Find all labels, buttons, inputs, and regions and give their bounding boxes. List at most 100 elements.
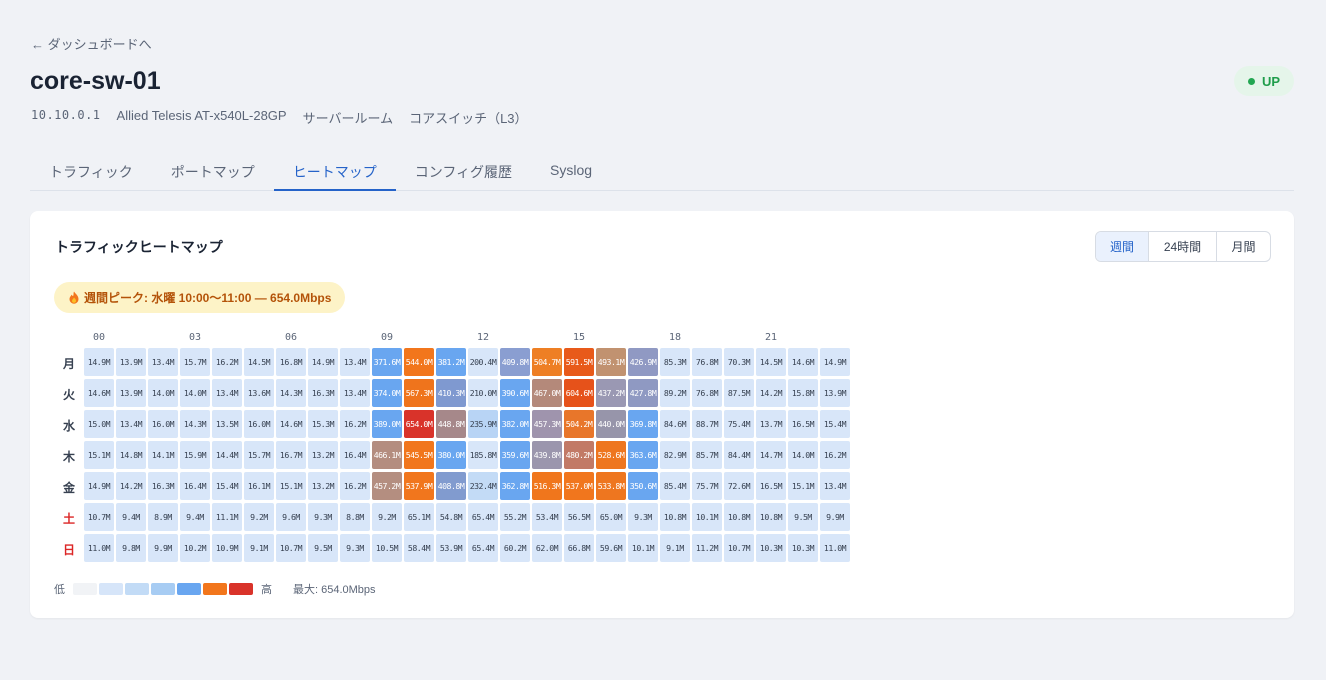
heatmap-cell[interactable]: 9.2M [372, 503, 402, 531]
heatmap-cell[interactable]: 654.0M [404, 410, 434, 438]
heatmap-cell[interactable]: 9.5M [788, 503, 818, 531]
heatmap-cell[interactable]: 13.9M [116, 348, 146, 376]
heatmap-cell[interactable]: 54.8M [436, 503, 466, 531]
heatmap-cell[interactable]: 439.8M [532, 441, 562, 469]
heatmap-cell[interactable]: 440.0M [596, 410, 626, 438]
heatmap-cell[interactable]: 15.1M [84, 441, 114, 469]
heatmap-cell[interactable]: 82.9M [660, 441, 690, 469]
heatmap-cell[interactable]: 16.2M [340, 472, 370, 500]
heatmap-cell[interactable]: 10.2M [180, 534, 210, 562]
heatmap-cell[interactable]: 14.6M [84, 379, 114, 407]
heatmap-cell[interactable]: 15.1M [788, 472, 818, 500]
heatmap-cell[interactable]: 448.8M [436, 410, 466, 438]
heatmap-cell[interactable]: 363.6M [628, 441, 658, 469]
heatmap-cell[interactable]: 390.6M [500, 379, 530, 407]
heatmap-cell[interactable]: 10.8M [756, 503, 786, 531]
heatmap-cell[interactable]: 16.4M [180, 472, 210, 500]
heatmap-cell[interactable]: 76.8M [692, 379, 722, 407]
heatmap-cell[interactable]: 14.2M [756, 379, 786, 407]
heatmap-cell[interactable]: 9.5M [308, 534, 338, 562]
heatmap-cell[interactable]: 14.9M [820, 348, 850, 376]
heatmap-cell[interactable]: 65.4M [468, 534, 498, 562]
heatmap-cell[interactable]: 59.6M [596, 534, 626, 562]
heatmap-cell[interactable]: 504.7M [532, 348, 562, 376]
heatmap-cell[interactable]: 16.5M [788, 410, 818, 438]
heatmap-cell[interactable]: 13.2M [308, 472, 338, 500]
heatmap-cell[interactable]: 13.4M [820, 472, 850, 500]
heatmap-cell[interactable]: 457.3M [532, 410, 562, 438]
heatmap-cell[interactable]: 9.4M [116, 503, 146, 531]
heatmap-cell[interactable]: 9.9M [148, 534, 178, 562]
heatmap-cell[interactable]: 427.8M [628, 379, 658, 407]
heatmap-cell[interactable]: 16.4M [340, 441, 370, 469]
heatmap-cell[interactable]: 10.8M [660, 503, 690, 531]
heatmap-cell[interactable]: 15.4M [820, 410, 850, 438]
heatmap-cell[interactable]: 53.4M [532, 503, 562, 531]
heatmap-cell[interactable]: 374.0M [372, 379, 402, 407]
range-24h-button[interactable]: 24時間 [1149, 232, 1217, 261]
tab-config-history[interactable]: コンフィグ履歴 [396, 150, 531, 191]
heatmap-cell[interactable]: 15.4M [212, 472, 242, 500]
heatmap-cell[interactable]: 58.4M [404, 534, 434, 562]
heatmap-cell[interactable]: 591.5M [564, 348, 594, 376]
back-to-dashboard-link[interactable]: ← ダッシュボードへ [31, 34, 152, 53]
heatmap-cell[interactable]: 14.4M [212, 441, 242, 469]
heatmap-cell[interactable]: 382.0M [500, 410, 530, 438]
tab-syslog[interactable]: Syslog [531, 150, 611, 191]
heatmap-cell[interactable]: 437.2M [596, 379, 626, 407]
heatmap-cell[interactable]: 200.4M [468, 348, 498, 376]
heatmap-cell[interactable]: 14.9M [84, 348, 114, 376]
heatmap-cell[interactable]: 13.4M [148, 348, 178, 376]
heatmap-cell[interactable]: 11.2M [692, 534, 722, 562]
heatmap-cell[interactable]: 13.9M [116, 379, 146, 407]
heatmap-cell[interactable]: 14.9M [84, 472, 114, 500]
heatmap-cell[interactable]: 13.4M [340, 348, 370, 376]
heatmap-cell[interactable]: 410.3M [436, 379, 466, 407]
heatmap-cell[interactable]: 10.7M [724, 534, 754, 562]
heatmap-cell[interactable]: 13.4M [340, 379, 370, 407]
tab-traffic[interactable]: トラフィック [30, 150, 152, 191]
heatmap-cell[interactable]: 10.8M [724, 503, 754, 531]
heatmap-cell[interactable]: 537.9M [404, 472, 434, 500]
heatmap-cell[interactable]: 362.8M [500, 472, 530, 500]
heatmap-cell[interactable]: 72.6M [724, 472, 754, 500]
heatmap-cell[interactable]: 389.0M [372, 410, 402, 438]
heatmap-cell[interactable]: 14.8M [116, 441, 146, 469]
heatmap-cell[interactable]: 480.2M [564, 441, 594, 469]
heatmap-cell[interactable]: 13.5M [212, 410, 242, 438]
heatmap-cell[interactable]: 544.0M [404, 348, 434, 376]
heatmap-cell[interactable]: 604.6M [564, 379, 594, 407]
tab-port-map[interactable]: ポートマップ [152, 150, 274, 191]
heatmap-cell[interactable]: 14.0M [148, 379, 178, 407]
heatmap-cell[interactable]: 84.4M [724, 441, 754, 469]
heatmap-cell[interactable]: 88.7M [692, 410, 722, 438]
heatmap-cell[interactable]: 16.2M [340, 410, 370, 438]
heatmap-cell[interactable]: 14.3M [276, 379, 306, 407]
heatmap-cell[interactable]: 16.8M [276, 348, 306, 376]
heatmap-cell[interactable]: 16.2M [212, 348, 242, 376]
heatmap-cell[interactable]: 16.0M [148, 410, 178, 438]
heatmap-cell[interactable]: 210.0M [468, 379, 498, 407]
heatmap-cell[interactable]: 409.8M [500, 348, 530, 376]
heatmap-cell[interactable]: 14.9M [308, 348, 338, 376]
tab-heatmap[interactable]: ヒートマップ [273, 150, 396, 191]
heatmap-cell[interactable]: 10.7M [84, 503, 114, 531]
heatmap-cell[interactable]: 371.6M [372, 348, 402, 376]
heatmap-cell[interactable]: 537.0M [564, 472, 594, 500]
heatmap-cell[interactable]: 185.8M [468, 441, 498, 469]
heatmap-cell[interactable]: 16.3M [308, 379, 338, 407]
heatmap-cell[interactable]: 14.3M [180, 410, 210, 438]
heatmap-cell[interactable]: 14.0M [180, 379, 210, 407]
heatmap-cell[interactable]: 14.7M [756, 441, 786, 469]
heatmap-cell[interactable]: 10.9M [212, 534, 242, 562]
heatmap-cell[interactable]: 9.4M [180, 503, 210, 531]
heatmap-cell[interactable]: 15.9M [180, 441, 210, 469]
heatmap-cell[interactable]: 15.0M [84, 410, 114, 438]
heatmap-cell[interactable]: 14.5M [244, 348, 274, 376]
heatmap-cell[interactable]: 14.1M [148, 441, 178, 469]
heatmap-cell[interactable]: 10.7M [276, 534, 306, 562]
heatmap-cell[interactable]: 9.8M [116, 534, 146, 562]
heatmap-cell[interactable]: 10.1M [692, 503, 722, 531]
heatmap-cell[interactable]: 567.3M [404, 379, 434, 407]
heatmap-cell[interactable]: 14.6M [276, 410, 306, 438]
